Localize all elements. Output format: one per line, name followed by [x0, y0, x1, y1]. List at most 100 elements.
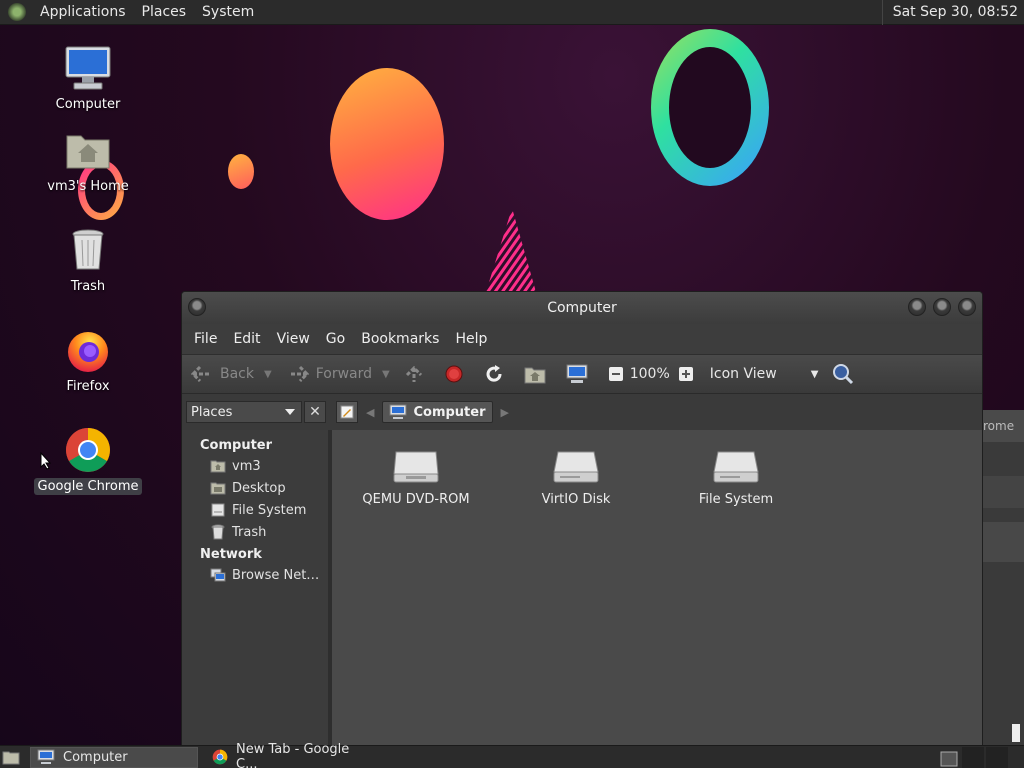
sidebar-heading-computer: Computer	[200, 438, 273, 453]
background-window[interactable]: rome	[982, 410, 1024, 745]
show-desktop-button[interactable]	[0, 746, 22, 768]
breadcrumb-computer[interactable]: Computer	[382, 401, 493, 423]
view-mode-select[interactable]: Icon View ▼	[710, 366, 819, 382]
wallpaper-small-blob	[228, 154, 254, 189]
desktop-icon-computer[interactable]: Computer	[33, 44, 143, 113]
desktop-icon-label: Trash	[70, 279, 106, 294]
sidebar-item-label: Desktop	[232, 480, 286, 496]
taskbar-item-label: Computer	[63, 749, 128, 765]
home-folder-icon	[524, 364, 546, 384]
background-window-title: rome	[983, 410, 1024, 442]
window-titlebar[interactable]: Computer	[182, 292, 982, 324]
firefox-icon	[64, 326, 112, 374]
taskbar-item-computer[interactable]: Computer	[30, 746, 198, 768]
back-arrow-icon	[190, 364, 214, 384]
sidebar-item-filesystem[interactable]: File System	[182, 499, 328, 521]
show-desktop-icon	[2, 751, 20, 765]
wallpaper-striped-triangle	[486, 208, 536, 292]
taskbar-item-chrome[interactable]: New Tab - Google C...	[206, 742, 374, 768]
volume-file-system[interactable]: File System	[676, 444, 796, 507]
view-mode-label: Icon View	[709, 366, 777, 382]
taskbar-item-label: New Tab - Google C...	[236, 742, 350, 768]
back-button[interactable]: Back ▼	[190, 364, 272, 384]
distro-logo-icon[interactable]	[8, 3, 26, 21]
home-folder-icon	[210, 458, 226, 474]
computer-icon	[566, 364, 588, 384]
window-title: Computer	[547, 300, 617, 316]
stop-icon	[444, 364, 464, 384]
trash-icon	[64, 226, 112, 274]
desktop-icon-label: Firefox	[66, 379, 110, 394]
wallpaper-orange-blob	[330, 68, 444, 220]
volume-label: File System	[698, 492, 774, 507]
desktop-icon-label: vm3's Home	[47, 179, 129, 194]
volume-qemu-dvd-rom[interactable]: QEMU DVD-ROM	[356, 444, 476, 507]
menu-file[interactable]: File	[186, 331, 225, 347]
close-sidebar-button[interactable]: ✕	[304, 401, 326, 423]
volume-label: QEMU DVD-ROM	[362, 492, 470, 507]
up-button[interactable]	[404, 364, 430, 384]
system-menu[interactable]: System	[194, 4, 262, 20]
maximize-button[interactable]	[933, 298, 951, 316]
bottom-panel: Computer New Tab - Google C...	[0, 742, 1024, 768]
sidebar-type-label: Places	[191, 404, 233, 420]
wallpaper-gradient-ring	[651, 29, 769, 186]
panel-clock[interactable]: Sat Sep 30, 08:52	[881, 0, 1024, 25]
workspace-switcher-2[interactable]	[962, 747, 984, 768]
forward-history-dropdown-icon[interactable]: ▼	[382, 369, 390, 380]
places-menu[interactable]: Places	[134, 4, 195, 20]
zoom-out-icon[interactable]	[608, 366, 624, 382]
edit-location-button[interactable]	[336, 401, 358, 423]
file-manager-window: Computer File Edit View Go Bookmarks Hel…	[181, 291, 983, 746]
search-button[interactable]	[832, 363, 860, 385]
toolbar: Back ▼ Forward ▼ 100% Icon View ▼	[182, 354, 982, 394]
menu-help[interactable]: Help	[447, 331, 495, 347]
breadcrumb-label: Computer	[413, 404, 486, 420]
background-window-toolbar	[983, 476, 1024, 508]
top-panel: Applications Places System Sat Sep 30, 0…	[0, 0, 1024, 25]
forward-arrow-icon	[286, 364, 310, 384]
stop-button[interactable]	[444, 364, 470, 384]
menu-go[interactable]: Go	[318, 331, 353, 347]
workspace-switcher-1[interactable]	[938, 747, 960, 768]
places-sidebar: Computer vm3 Desktop File System Trash N…	[182, 430, 332, 745]
crumb-scroll-right-icon[interactable]: ▶	[501, 406, 509, 419]
forward-button[interactable]: Forward ▼	[286, 364, 390, 384]
menu-view[interactable]: View	[269, 331, 318, 347]
workspace-switcher-3[interactable]	[986, 747, 1008, 768]
desktop-icon-trash[interactable]: Trash	[33, 226, 143, 295]
hard-disk-icon	[552, 444, 600, 484]
chrome-icon	[212, 749, 228, 765]
home-button[interactable]	[524, 364, 552, 384]
desktop-icon-home[interactable]: vm3's Home	[33, 126, 143, 195]
desktop-folder-icon	[210, 480, 226, 496]
sidebar-item-desktop[interactable]: Desktop	[182, 477, 328, 499]
sidebar-item-trash[interactable]: Trash	[182, 521, 328, 543]
close-button[interactable]	[958, 298, 976, 316]
zoom-in-icon[interactable]	[678, 366, 694, 382]
menu-edit[interactable]: Edit	[225, 331, 268, 347]
crumb-scroll-left-icon[interactable]: ◀	[366, 406, 374, 419]
sidebar-type-select[interactable]: Places	[186, 401, 302, 423]
computer-button[interactable]	[566, 364, 594, 384]
background-window-bar	[983, 522, 1024, 562]
computer-icon	[37, 749, 55, 765]
sidebar-item-home[interactable]: vm3	[182, 455, 328, 477]
back-label: Back	[220, 366, 254, 382]
volume-virtio-disk[interactable]: VirtIO Disk	[516, 444, 636, 507]
back-history-dropdown-icon[interactable]: ▼	[264, 369, 272, 380]
minimize-button[interactable]	[908, 298, 926, 316]
icon-view[interactable]: QEMU DVD-ROM VirtIO Disk File System	[332, 430, 982, 745]
network-icon	[210, 567, 226, 583]
up-arrow-icon	[404, 364, 424, 384]
menu-bookmarks[interactable]: Bookmarks	[353, 331, 447, 347]
location-bar: Places ✕ ◀ Computer ▶	[182, 394, 982, 430]
sidebar-item-browse-network[interactable]: Browse Net…	[182, 564, 328, 586]
window-menu-button[interactable]	[188, 298, 206, 316]
content-area: Computer vm3 Desktop File System Trash N…	[182, 430, 982, 745]
background-window-scrollbar[interactable]	[1012, 724, 1020, 742]
applications-menu[interactable]: Applications	[32, 4, 134, 20]
sidebar-item-label: vm3	[232, 458, 261, 474]
reload-button[interactable]	[484, 364, 510, 384]
desktop-icon-firefox[interactable]: Firefox	[33, 326, 143, 395]
